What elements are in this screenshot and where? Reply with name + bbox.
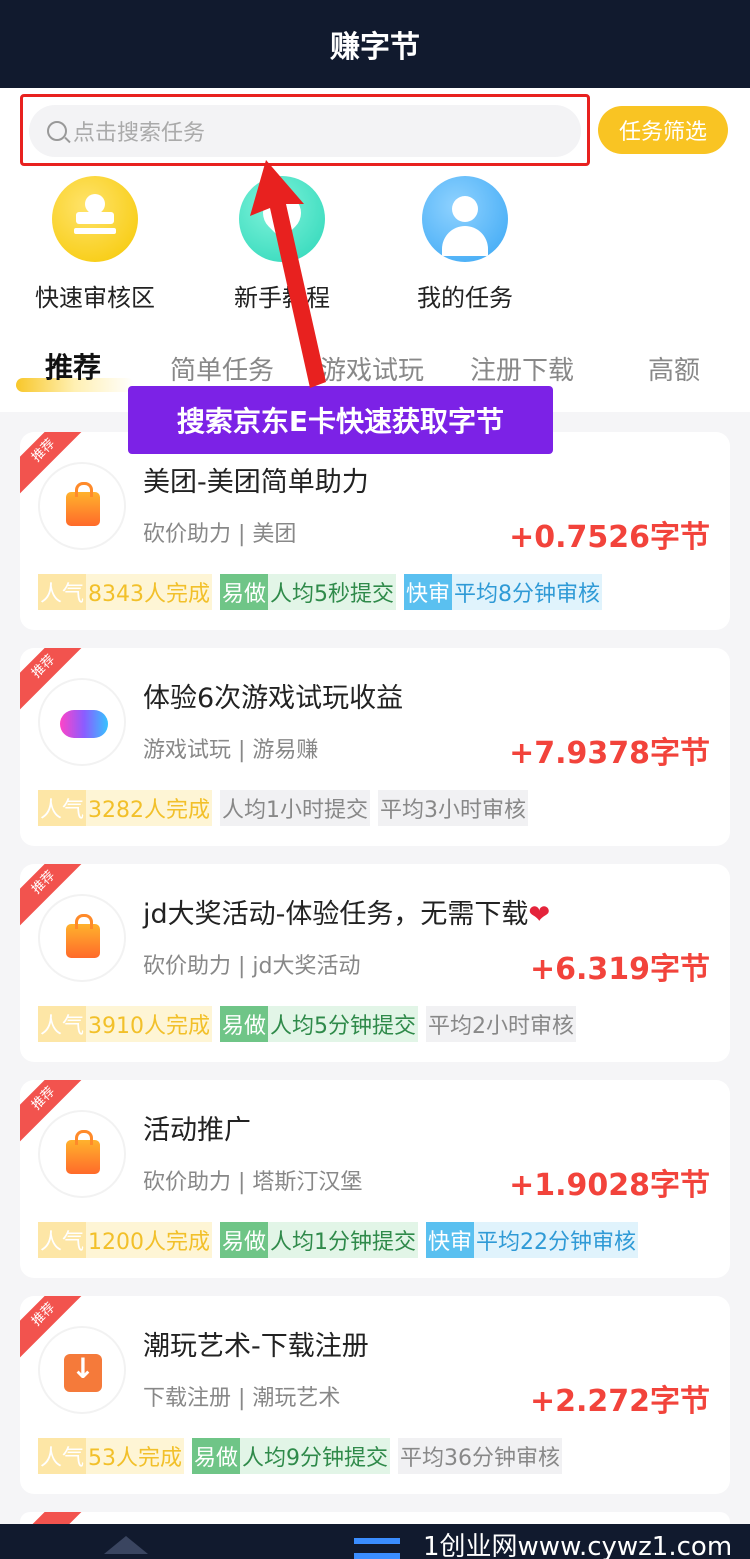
task-card[interactable]: 推荐 jd大奖活动-体验任务，无需下载❤ 砍价助力 | jd大奖活动 +6.31… — [20, 864, 730, 1062]
tag-popularity: 人气 53人完成 — [38, 1438, 185, 1474]
tag-popularity: 人气 1200人完成 — [38, 1222, 213, 1258]
search-icon — [47, 121, 67, 141]
quick-link-my-tasks[interactable]: 我的任务 — [375, 176, 555, 313]
task-title-row: jd大奖活动-体验任务，无需下载❤ — [143, 892, 550, 931]
task-tags: 人气 1200人完成 易做 人均1分钟提交 快审 平均22分钟审核 — [38, 1222, 646, 1258]
search-placeholder: 点击搜索任务 — [73, 121, 206, 146]
shopping-bag-icon — [66, 914, 100, 958]
tag-submit-time: 人均1小时提交 — [220, 790, 371, 826]
task-card[interactable]: 推荐 活动推广 砍价助力 | 塔斯汀汉堡 +1.9028字节 人气 1200人完成… — [20, 1080, 730, 1278]
task-subtitle: 砍价助力 | 塔斯汀汉堡 — [143, 1170, 363, 1195]
task-subtitle: 砍价助力 | 美团 — [143, 522, 297, 547]
tag-review-time: 平均2小时审核 — [426, 1006, 577, 1042]
search-highlight-box: 点击搜索任务 — [20, 94, 590, 166]
task-logo — [38, 678, 126, 766]
task-title: 潮玩艺术-下载注册 — [143, 1331, 369, 1362]
tag-popularity: 人气 3282人完成 — [38, 790, 213, 826]
task-title: 美团-美团简单助力 — [143, 467, 369, 498]
task-title: 活动推广 — [143, 1115, 251, 1146]
task-tags: 人气 3282人完成 人均1小时提交 平均3小时审核 — [38, 790, 536, 826]
task-reward: +7.9378字节 — [509, 736, 710, 771]
shopping-bag-icon — [66, 482, 100, 526]
task-tags: 人气 3910人完成 易做 人均5分钟提交 平均2小时审核 — [38, 1006, 584, 1042]
task-reward: +2.272字节 — [529, 1384, 710, 1419]
task-filter-button[interactable]: 任务筛选 — [598, 106, 728, 154]
tag-easy: 易做 人均1分钟提交 — [220, 1222, 419, 1258]
search-input[interactable]: 点击搜索任务 — [29, 105, 581, 157]
quick-link-label: 我的任务 — [417, 284, 513, 312]
tab-register-download[interactable]: 注册下载 — [470, 350, 574, 387]
task-card[interactable]: 推荐 美团-美团简单助力 砍价助力 | 美团 +0.7526字节 人气 8343人… — [20, 432, 730, 630]
user-icon — [422, 176, 508, 262]
tag-fast-review: 快审 平均22分钟审核 — [426, 1222, 639, 1258]
task-reward: +0.7526字节 — [509, 520, 710, 555]
tab-recommended[interactable]: 推荐 — [45, 346, 101, 386]
tag-review-time: 平均3小时审核 — [378, 790, 529, 826]
tag-fast-review: 快审 平均8分钟审核 — [404, 574, 603, 610]
task-logo — [38, 1110, 126, 1198]
watermark: 1创业网www.cywz1.com — [423, 1532, 733, 1559]
task-card[interactable]: 推荐 体验6次游戏试玩收益 游戏试玩 | 游易赚 +7.9378字节 人气 328… — [20, 648, 730, 846]
task-reward: +1.9028字节 — [509, 1168, 710, 1203]
download-icon — [64, 1352, 102, 1392]
tag-popularity: 人气 8343人完成 — [38, 574, 213, 610]
shopping-bag-icon — [66, 1130, 100, 1174]
task-tags: 人气 53人完成 易做 人均9分钟提交 平均36分钟审核 — [38, 1438, 570, 1474]
task-subtitle: 砍价助力 | jd大奖活动 — [143, 954, 361, 979]
tag-easy: 易做 人均5秒提交 — [220, 574, 397, 610]
stamp-icon — [52, 176, 138, 262]
tab-high-reward[interactable]: 高额 — [648, 350, 700, 387]
task-logo — [38, 894, 126, 982]
tag-easy: 易做 人均5分钟提交 — [220, 1006, 419, 1042]
tag-easy: 易做 人均9分钟提交 — [192, 1438, 391, 1474]
task-subtitle: 游戏试玩 | 游易赚 — [143, 738, 319, 763]
tag-popularity: 人气 3910人完成 — [38, 1006, 213, 1042]
task-tags: 人气 8343人完成 易做 人均5秒提交 快审 平均8分钟审核 — [38, 574, 610, 610]
task-title: jd大奖活动-体验任务，无需下载 — [143, 899, 529, 930]
task-logo — [38, 1326, 126, 1414]
task-subtitle: 下载注册 | 潮玩艺术 — [143, 1386, 341, 1411]
annotation-banner: 搜索京东E卡快速获取字节 — [128, 386, 553, 454]
quick-link-label: 快速审核区 — [35, 284, 155, 312]
annotation-arrow-icon — [250, 160, 326, 388]
app-title: 赚字节 — [330, 30, 420, 65]
task-card[interactable]: 推荐 潮玩艺术-下载注册 下载注册 | 潮玩艺术 +2.272字节 人气53人完… — [20, 1296, 730, 1494]
task-title: 体验6次游戏试玩收益 — [143, 683, 404, 714]
gamepad-icon — [60, 710, 108, 738]
quick-link-fast-review[interactable]: 快速审核区 — [5, 176, 185, 313]
app-title-bar: 赚字节 — [0, 0, 750, 88]
home-icon[interactable] — [104, 1536, 148, 1554]
heart-icon: ❤ — [528, 900, 551, 930]
tag-review-time: 平均36分钟审核 — [398, 1438, 563, 1474]
task-list-icon[interactable] — [354, 1538, 400, 1559]
task-reward: +6.319字节 — [529, 952, 710, 987]
task-logo — [38, 462, 126, 550]
